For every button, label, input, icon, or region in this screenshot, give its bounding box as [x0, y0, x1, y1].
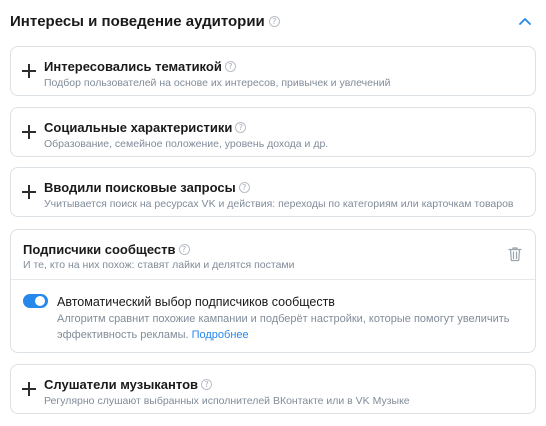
plus-icon[interactable]	[22, 382, 36, 396]
card-title-wrap: Вводили поисковые запросы?	[44, 180, 250, 195]
card-title: Социальные характеристики	[44, 120, 233, 135]
card-title: Слушатели музыкантов	[44, 377, 199, 392]
card-subtitle: Подбор пользователей на основе их интере…	[44, 77, 391, 89]
card-title-wrap: Слушатели музыкантов?	[44, 377, 213, 392]
toggle-knob	[35, 296, 45, 306]
card-community-subscribers: Подписчики сообществ? И те, кто на них п…	[10, 229, 536, 353]
divider	[11, 279, 535, 280]
help-icon[interactable]: ?	[224, 61, 236, 73]
toggle-description: Алгоритм сравнит похожие кампании и подб…	[57, 312, 517, 343]
card-social[interactable]: Социальные характеристики? Образование, …	[10, 107, 536, 157]
plus-icon[interactable]	[22, 125, 36, 139]
card-title: Подписчики сообществ	[23, 242, 176, 257]
help-icon[interactable]: ?	[178, 244, 190, 256]
help-icon[interactable]: ?	[201, 379, 213, 391]
toggle-description-text: Алгоритм сравнит похожие кампании и подб…	[57, 313, 510, 341]
card-subtitle: Образование, семейное положение, уровень…	[44, 138, 329, 150]
card-subtitle: Регулярно слушают выбранных исполнителей…	[44, 395, 410, 407]
card-title-wrap: Социальные характеристики?	[44, 120, 247, 135]
auto-select-toggle[interactable]	[23, 294, 48, 308]
plus-icon[interactable]	[22, 64, 36, 78]
help-icon[interactable]: ?	[235, 122, 247, 134]
card-title-wrap: Интересовались тематикой?	[44, 59, 236, 74]
plus-icon[interactable]	[22, 185, 36, 199]
card-search-queries[interactable]: Вводили поисковые запросы? Учитывается п…	[10, 167, 536, 217]
toggle-label: Автоматический выбор подписчиков сообщес…	[57, 295, 335, 309]
help-icon[interactable]: ?	[238, 182, 250, 194]
trash-icon[interactable]	[508, 246, 522, 262]
card-music-listeners[interactable]: Слушатели музыкантов? Регулярно слушают …	[10, 364, 536, 414]
card-interests[interactable]: Интересовались тематикой? Подбор пользов…	[10, 46, 536, 96]
section-title: Интересы и поведение аудитории	[10, 13, 265, 30]
learn-more-link[interactable]: Подробнее	[192, 329, 249, 341]
card-title-wrap: Подписчики сообществ?	[23, 242, 190, 257]
card-title: Интересовались тематикой	[44, 59, 222, 74]
card-subtitle: Учитывается поиск на ресурсах VK и дейст…	[44, 198, 514, 210]
card-subtitle: И те, кто на них похож: ставят лайки и д…	[23, 259, 295, 271]
section-title-wrap: Интересы и поведение аудитории?	[10, 13, 280, 30]
chevron-up-icon[interactable]	[516, 14, 534, 28]
card-title: Вводили поисковые запросы	[44, 180, 236, 195]
help-icon[interactable]: ?	[268, 15, 280, 27]
section-header: Интересы и поведение аудитории?	[10, 12, 536, 32]
